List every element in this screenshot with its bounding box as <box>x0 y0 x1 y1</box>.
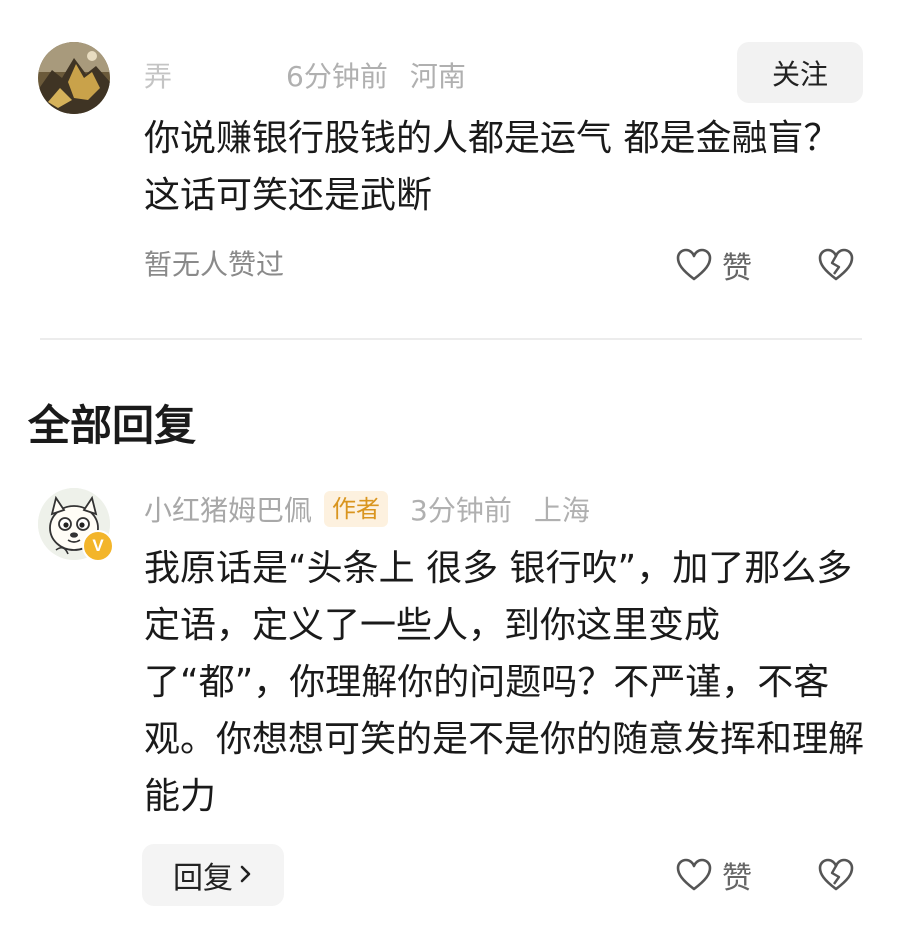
reply-button[interactable]: 回复 <box>142 844 284 906</box>
no-likes-text: 暂无人赞过 <box>144 248 285 281</box>
reply-like-button[interactable]: 赞 <box>676 853 752 897</box>
comment-meta: 弄 6分钟前 河南 <box>144 55 466 95</box>
reply-text: 我原话是“头条上 很多 银行吹”，加了那么多定语，定义了一些人，到你这里变成了“… <box>144 548 865 817</box>
comment-text: 你说赚银行股钱的人都是运气 都是金融盲？ 这话可笑还是武断 <box>144 118 840 216</box>
heart-outline-icon <box>676 858 712 892</box>
replier-username[interactable]: 小红猪姆巴佩 <box>144 489 312 529</box>
divider <box>40 338 862 340</box>
author-badge: 作者 <box>324 491 389 527</box>
replier-avatar[interactable]: V <box>38 488 114 562</box>
heart-outline-icon <box>676 248 712 282</box>
comment-location: 河南 <box>409 60 466 93</box>
reply-time: 3分钟前 <box>410 494 512 527</box>
like-label: 赞 <box>722 861 752 896</box>
broken-heart-icon <box>818 248 854 282</box>
dislike-button[interactable] <box>818 245 858 285</box>
broken-heart-icon <box>818 858 854 892</box>
like-label: 赞 <box>722 251 752 286</box>
reply-dislike-button[interactable] <box>818 855 858 895</box>
comment-time: 6分钟前 <box>286 60 388 93</box>
reply-button-label: 回复 <box>173 861 233 896</box>
chevron-right-icon <box>239 858 253 893</box>
landscape-avatar-image <box>38 42 110 114</box>
commenter-username[interactable]: 弄 <box>144 55 274 95</box>
like-button[interactable]: 赞 <box>676 243 752 287</box>
follow-button[interactable]: 关注 <box>737 42 863 103</box>
reply-meta: 小红猪姆巴佩 作者 3分钟前 上海 <box>144 489 590 529</box>
commenter-avatar[interactable] <box>38 42 110 114</box>
all-replies-heading: 全部回复 <box>28 401 197 450</box>
reply-location: 上海 <box>533 494 590 527</box>
verified-badge: V <box>82 530 114 562</box>
